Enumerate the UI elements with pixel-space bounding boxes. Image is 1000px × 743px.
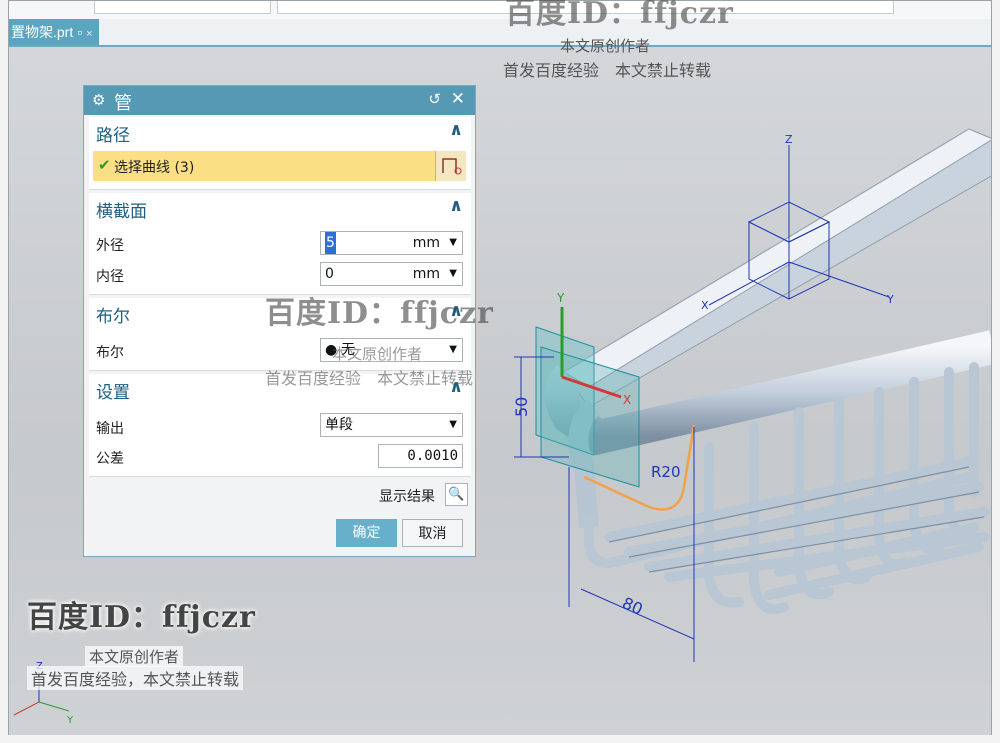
- tab-close-icon[interactable]: ×: [86, 28, 92, 40]
- chevron-up-icon[interactable]: ∧: [449, 196, 463, 216]
- triad-y-label: Y: [66, 715, 74, 726]
- output-label: 输出: [96, 421, 124, 437]
- wcs-y-label: Y: [886, 293, 894, 306]
- watermark-bl-id: 百度ID：ffjczr: [27, 600, 256, 635]
- toolbar-field-1[interactable]: [94, 1, 271, 14]
- close-icon[interactable]: ✕: [451, 89, 465, 109]
- tab-label: 置物架.prt: [11, 24, 74, 40]
- section-path: 路径 ∧ ✔ 选择曲线 (3): [89, 117, 471, 190]
- watermark-bl-line3: 首发百度经验，本文禁止转载: [27, 666, 244, 690]
- toolbar-strip: [9, 1, 991, 20]
- output-select[interactable]: 单段 ▼: [320, 413, 463, 437]
- section-path-label: 路径: [96, 126, 130, 146]
- watermark-bl-line2: 本文原创作者: [85, 646, 184, 667]
- tab-bar: 置物架.prt ▫ ×: [9, 19, 991, 47]
- reset-icon[interactable]: ↺: [428, 90, 441, 108]
- csys-y-label: Y: [556, 291, 565, 305]
- tolerance-field[interactable]: 0.0010: [378, 444, 463, 468]
- triad-x-axis: [13, 701, 40, 716]
- pin-icon[interactable]: ▫: [77, 24, 82, 40]
- outer-diameter-label: 外径: [96, 238, 124, 254]
- select-curve-row[interactable]: ✔ 选择曲线 (3): [93, 151, 466, 181]
- chevron-down-icon[interactable]: ▼: [449, 232, 457, 254]
- wcs-x-label: X: [701, 299, 709, 312]
- watermark-mid-line2: 本文原创作者: [332, 345, 423, 363]
- checkmark-icon: ✔: [98, 156, 111, 174]
- curve-select-icon[interactable]: [435, 151, 466, 181]
- cancel-button[interactable]: 取消: [402, 519, 463, 547]
- ok-button[interactable]: 确定: [336, 519, 397, 547]
- gear-icon[interactable]: ⚙: [92, 91, 105, 109]
- select-curve-label: 选择曲线 (3): [114, 160, 195, 176]
- outer-diameter-unit: mm: [412, 235, 440, 251]
- show-result-label: 显示结果: [379, 489, 435, 505]
- wcs-z-label: Z: [785, 133, 793, 146]
- chevron-down-icon[interactable]: ▼: [449, 414, 457, 436]
- search-icon[interactable]: 🔍: [445, 483, 468, 506]
- outer-diameter-value: 5: [325, 232, 336, 254]
- watermark-mid-id: 百度ID：ffjczr: [265, 296, 494, 331]
- dimension-80: 80: [619, 593, 645, 619]
- watermark-top-line2: 本文原创作者: [560, 37, 651, 55]
- watermark-mid-line3: 首发百度经验 本文禁止转载: [265, 369, 474, 388]
- outer-diameter-field[interactable]: 5 mm ▼: [320, 231, 463, 255]
- triad-y-axis: [38, 701, 70, 712]
- dialog-titlebar: ⚙ 管 ↺ ✕: [84, 86, 475, 115]
- csys-x-label: X: [623, 393, 631, 407]
- chevron-down-icon[interactable]: ▼: [449, 263, 457, 285]
- section-cross-section-header[interactable]: 横截面 ∧: [89, 193, 471, 223]
- watermark-top-id: 百度ID：ffjczr: [505, 0, 734, 31]
- chevron-down-icon[interactable]: ▼: [449, 339, 457, 361]
- boolean-row-label: 布尔: [96, 345, 124, 361]
- tolerance-label: 公差: [96, 451, 124, 467]
- section-path-header[interactable]: 路径 ∧: [89, 117, 471, 147]
- inner-diameter-field[interactable]: 0 mm ▼: [320, 262, 463, 286]
- inner-diameter-value: 0: [325, 266, 334, 282]
- dimension-50: 50: [512, 397, 531, 417]
- section-cross-section-label: 横截面: [96, 202, 147, 222]
- section-settings-label: 设置: [96, 383, 130, 403]
- section-boolean-label: 布尔: [96, 307, 130, 327]
- output-value: 单段: [325, 417, 353, 433]
- section-settings: 设置 ∧ 输出 单段 ▼ 公差 0.0010: [89, 374, 471, 477]
- tab-part-file[interactable]: 置物架.prt ▫ ×: [9, 19, 99, 45]
- inner-diameter-label: 内径: [96, 269, 124, 285]
- dimension-r20: R20: [651, 463, 681, 481]
- inner-diameter-unit: mm: [412, 266, 440, 282]
- dialog-title: 管: [114, 93, 132, 114]
- section-cross-section: 横截面 ∧ 外径 5 mm ▼ 内径 0 mm ▼: [89, 193, 471, 295]
- tolerance-value: 0.0010: [407, 448, 458, 464]
- chevron-up-icon[interactable]: ∧: [449, 120, 463, 140]
- watermark-top-line3: 首发百度经验 本文禁止转载: [503, 61, 712, 80]
